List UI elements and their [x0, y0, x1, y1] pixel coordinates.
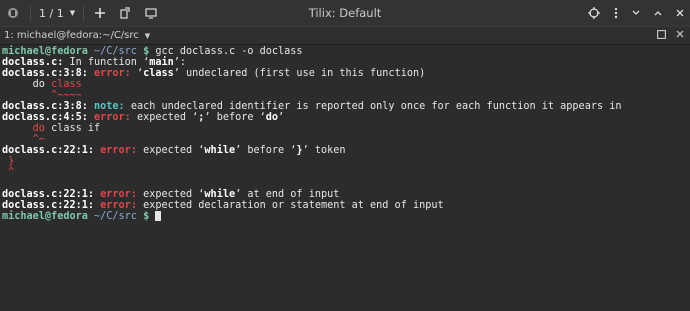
- message-text: ’ before ‘: [235, 145, 297, 156]
- message-text: ’:: [173, 57, 187, 68]
- terminal-line: doclass.c:22:1: error: expected ‘while’ …: [2, 189, 690, 200]
- terminal-line: }: [2, 156, 690, 167]
- terminal-line: ^~: [2, 134, 690, 145]
- detach-icon: [120, 7, 130, 19]
- session-switcher[interactable]: 1 / 1 ▼: [35, 0, 79, 26]
- terminal-line: michael@fedora ~/C/src $ gcc doclass.c -…: [2, 46, 690, 57]
- chevron-down-icon[interactable]: ▼: [145, 32, 150, 40]
- file-location: doclass.c:22:1:: [2, 145, 95, 156]
- prompt-path: ~/C/src: [87, 211, 137, 222]
- caret-marker: ^~~~~: [2, 90, 82, 101]
- notification-button[interactable]: [138, 0, 164, 26]
- message-text: ’ at end of input: [235, 189, 340, 200]
- maximize-icon: [654, 11, 662, 16]
- message-text: ‘: [130, 68, 144, 79]
- terminal-line: michael@fedora ~/C/src $: [2, 211, 690, 222]
- terminal-output[interactable]: michael@fedora ~/C/src $ gcc doclass.c -…: [0, 45, 690, 222]
- add-icon: [95, 8, 106, 18]
- error-label: error:: [87, 112, 131, 123]
- terminal-line: doclass.c:22:1: error: expected declarat…: [2, 200, 690, 211]
- close-button[interactable]: [676, 0, 684, 26]
- message-bold: main: [149, 57, 174, 68]
- cursor: [155, 211, 162, 221]
- terminal-line: doclass.c:22:1: error: expected ‘while’ …: [2, 145, 690, 156]
- tilix-icon[interactable]: [0, 0, 26, 26]
- prompt-user: michael@fedora: [2, 211, 88, 222]
- message-text: ’ before ‘: [204, 112, 266, 123]
- message-text: expected ‘: [130, 112, 199, 123]
- caret-marker: ^~: [2, 134, 45, 145]
- divider: [83, 5, 85, 21]
- command-text: gcc doclass.c -o doclass: [155, 46, 303, 57]
- prompt-symbol: $: [136, 46, 156, 57]
- message-bold: class: [143, 68, 174, 79]
- source-code: class if: [44, 123, 101, 134]
- file-location: doclass.c:4:5:: [2, 112, 88, 123]
- file-location: doclass.c:22:1:: [2, 189, 95, 200]
- session-counter: 1 / 1: [39, 6, 64, 20]
- minimize-icon: [632, 10, 640, 15]
- file-location: doclass.c:3:8:: [2, 68, 88, 79]
- add-session-button[interactable]: [88, 0, 112, 26]
- maximize-terminal-icon[interactable]: [657, 29, 666, 42]
- terminal-line: ^: [2, 167, 690, 178]
- source-code-highlight: class: [51, 79, 82, 90]
- source-code: [2, 123, 33, 134]
- find-button[interactable]: [588, 0, 600, 26]
- notification-icon: [145, 7, 157, 19]
- message-bold: while: [204, 145, 236, 156]
- terminal-line: ^~~~~: [2, 90, 690, 101]
- terminal-title: 1: michael@fedora:~/C/src: [4, 30, 139, 41]
- search-icon: [588, 7, 600, 19]
- terminal-line: doclass.c:3:8: note: each undeclared ide…: [2, 101, 690, 112]
- message-text: ’ undeclared (first use in this function…: [173, 68, 426, 79]
- message-text: In function ‘: [63, 57, 150, 68]
- divider: [30, 5, 31, 21]
- message-text: expected ‘: [136, 189, 205, 200]
- tilix-window: 1 / 1 ▼ Tilix: Default 1: michael@fedora…: [0, 0, 690, 311]
- message-bold: while: [204, 189, 236, 200]
- close-terminal-icon[interactable]: [676, 30, 684, 41]
- prompt-symbol: $: [136, 211, 156, 222]
- source-code-highlight: }: [2, 156, 15, 167]
- menu-button[interactable]: [614, 0, 618, 26]
- terminal-line: do class: [2, 79, 690, 90]
- file-location: doclass.c:3:8:: [2, 101, 88, 112]
- close-icon: [676, 9, 684, 17]
- terminal-line: do class if: [2, 123, 690, 134]
- error-label: error:: [94, 189, 137, 200]
- note-label: note:: [87, 101, 125, 112]
- source-code: do: [2, 79, 52, 90]
- error-label: error:: [94, 200, 137, 211]
- maximize-button[interactable]: [654, 0, 662, 26]
- file-location: doclass.c:22:1:: [2, 200, 95, 211]
- error-label: error:: [87, 68, 131, 79]
- message-text: each undeclared identifier is reported o…: [124, 101, 622, 112]
- message-text: expected ‘: [136, 145, 205, 156]
- prompt-path: ~/C/src: [87, 46, 137, 57]
- source-code-highlight: do: [32, 123, 45, 134]
- titlebar: 1 / 1 ▼ Tilix: Default: [0, 0, 690, 26]
- menu-icon: [614, 7, 618, 19]
- error-label: error:: [94, 145, 137, 156]
- file-location: doclass.c:: [2, 57, 64, 68]
- prompt-user: michael@fedora: [2, 46, 88, 57]
- terminal-line: doclass.c: In function ‘main’:: [2, 57, 690, 68]
- message-text: ’: [278, 112, 285, 123]
- message-text: expected declaration or statement at end…: [136, 200, 444, 211]
- terminal-line: doclass.c:4:5: error: expected ‘;’ befor…: [2, 112, 690, 123]
- caret-marker: ^: [2, 167, 15, 178]
- message-text: ’ token: [302, 145, 346, 156]
- message-bold: do: [265, 112, 279, 123]
- minimize-button[interactable]: [632, 0, 640, 26]
- terminal-tab[interactable]: 1: michael@fedora:~/C/src ▼: [0, 26, 690, 45]
- terminal-line: doclass.c:3:8: error: ‘class’ undeclared…: [2, 68, 690, 79]
- chevron-down-icon: ▼: [69, 9, 76, 17]
- detach-button[interactable]: [112, 0, 138, 26]
